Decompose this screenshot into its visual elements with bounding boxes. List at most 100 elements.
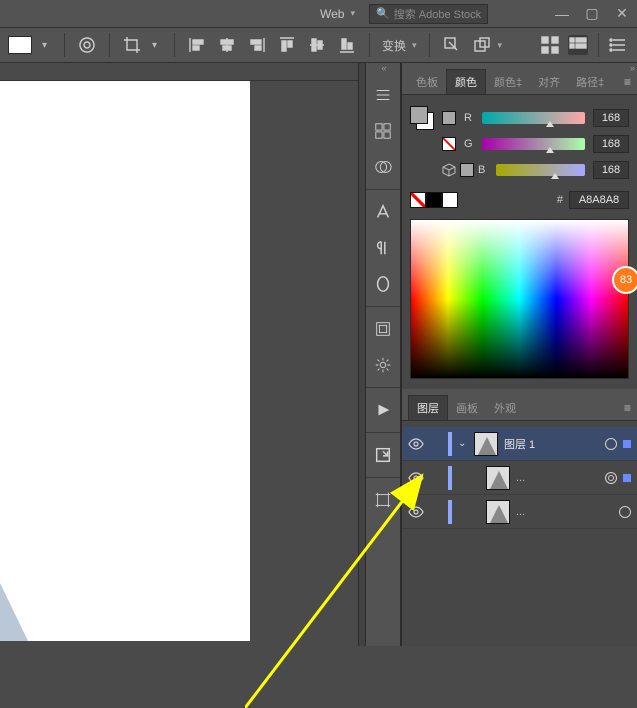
collapse-panels-icon[interactable]: » (630, 63, 633, 73)
window-maximize-button[interactable]: ▢ (577, 0, 607, 27)
visibility-toggle-icon[interactable] (408, 504, 424, 520)
recolor-icon[interactable] (77, 35, 97, 55)
fill-swatch-menu-arrow[interactable]: ▾ (42, 40, 52, 51)
slider-r[interactable] (482, 112, 585, 124)
align-vcenter-icon[interactable] (307, 35, 327, 55)
color-panel: R 168 G 168 B 168 (402, 95, 637, 389)
tab-align[interactable]: 对齐 (530, 70, 568, 94)
shape-mode-icon[interactable] (472, 35, 492, 55)
ruler-horizontal[interactable] (0, 63, 358, 81)
swatches-panel-icon[interactable] (368, 117, 398, 145)
grid-view-icon[interactable] (540, 35, 560, 55)
workspace-preset[interactable]: Web (320, 7, 344, 21)
tab-color-guide[interactable]: 颜色‡ (486, 70, 530, 94)
slider-g[interactable] (482, 138, 585, 150)
value-g[interactable]: 168 (593, 135, 629, 153)
swatch-black[interactable] (426, 192, 442, 208)
align-left-icon[interactable] (187, 35, 207, 55)
swatch-white[interactable] (442, 192, 458, 208)
target-icon[interactable] (605, 472, 617, 484)
layer-row[interactable]: ... (402, 495, 637, 529)
hex-hash: # (557, 194, 563, 206)
workspace-preset-arrow[interactable]: ▾ (350, 8, 355, 19)
layers-panel: ⌄ 图层 1 ... (402, 421, 637, 646)
list-menu-icon[interactable] (609, 35, 629, 55)
control-bar: ▾ ▾ 变换 ▾ ▾ (0, 27, 637, 63)
character-panel-icon[interactable] (368, 198, 398, 226)
opentype-panel-icon[interactable] (368, 270, 398, 298)
tab-color[interactable]: 颜色 (446, 69, 486, 94)
target-icon[interactable] (605, 438, 617, 450)
layer-name[interactable]: 图层 1 (504, 436, 599, 452)
align-right-icon[interactable] (247, 35, 267, 55)
notification-badge[interactable]: 83 (612, 266, 637, 294)
none-color-icon[interactable] (442, 137, 456, 151)
slider-b[interactable] (496, 164, 585, 176)
crop-menu-arrow[interactable]: ▾ (152, 40, 162, 51)
quick-swatches[interactable] (410, 192, 458, 208)
hex-value-field[interactable]: A8A8A8 (569, 191, 629, 209)
tab-pathfinder[interactable]: 路径‡ (568, 70, 612, 94)
color-spectrum[interactable]: 83 (410, 219, 629, 379)
tab-artboards[interactable]: 画板 (448, 396, 486, 420)
layers-panel-menu-icon[interactable]: ≡ (624, 401, 631, 415)
artwork-triangle[interactable] (0, 583, 28, 641)
layer-row[interactable]: ... (402, 461, 637, 495)
3d-cube-icon[interactable] (442, 163, 456, 177)
transform-menu-arrow[interactable]: ▾ (412, 40, 417, 51)
artboard[interactable] (0, 81, 250, 641)
canvas-zone (0, 63, 358, 646)
channel-g-label: G (464, 138, 474, 150)
disclosure-icon[interactable]: ⌄ (458, 438, 468, 449)
visibility-toggle-icon[interactable] (408, 436, 424, 452)
value-r[interactable]: 168 (593, 109, 629, 127)
crop-icon[interactable] (122, 35, 142, 55)
window-minimize-button[interactable]: — (547, 0, 577, 27)
color-panel-menu-icon[interactable]: ≡ (624, 75, 631, 89)
channel-r-label: R (464, 112, 474, 124)
pathfinder-panel-icon[interactable] (368, 153, 398, 181)
layer-thumbnail (486, 466, 510, 490)
fill-stroke-chips[interactable] (410, 106, 434, 130)
actions-panel-icon[interactable] (368, 396, 398, 424)
visibility-toggle-icon[interactable] (408, 470, 424, 486)
properties-panel-icon[interactable] (368, 81, 398, 109)
export-panel-icon[interactable] (368, 441, 398, 469)
layer-color-bar (448, 500, 452, 524)
layer-name[interactable]: ... (516, 506, 613, 518)
main-area: « » 色板 颜色 颜色‡ 对齐 路径‡ (0, 63, 637, 646)
window-close-button[interactable]: ✕ (607, 0, 637, 27)
align-bottom-icon[interactable] (337, 35, 357, 55)
layer-color-bar (448, 432, 452, 456)
flat-color-icon[interactable] (442, 111, 456, 125)
panel-dock-icon[interactable] (568, 35, 588, 55)
collapsed-panel-column: « (366, 63, 401, 646)
color-panel-tabs: 色板 颜色 颜色‡ 对齐 路径‡ ≡ (402, 69, 637, 95)
shape-mode-menu-arrow[interactable]: ▾ (498, 40, 503, 51)
libraries-panel-icon[interactable] (368, 315, 398, 343)
isolate-icon[interactable] (442, 35, 462, 55)
fill-swatch[interactable] (8, 36, 32, 54)
align-top-icon[interactable] (277, 35, 297, 55)
global-color-icon[interactable] (460, 163, 474, 177)
artboards-panel-icon[interactable] (368, 486, 398, 514)
layer-name[interactable]: ... (516, 472, 599, 484)
target-icon[interactable] (619, 506, 631, 518)
align-hcenter-icon[interactable] (217, 35, 237, 55)
panels-column: » 色板 颜色 颜色‡ 对齐 路径‡ ≡ R 168 G (401, 63, 637, 646)
paragraph-panel-icon[interactable] (368, 234, 398, 262)
swatch-none-icon[interactable] (410, 192, 426, 208)
dock-divider[interactable] (358, 63, 366, 646)
stock-search-box[interactable]: 🔍 搜索 Adobe Stock (369, 4, 488, 24)
settings-panel-icon[interactable] (368, 351, 398, 379)
stock-search-placeholder: 搜索 Adobe Stock (394, 6, 481, 22)
transform-label[interactable]: 变换 (382, 37, 406, 54)
channel-b-label: B (478, 164, 488, 176)
value-b[interactable]: 168 (593, 161, 629, 179)
tab-appearance[interactable]: 外观 (486, 396, 524, 420)
expand-column-icon[interactable]: « (366, 63, 400, 73)
tab-swatches[interactable]: 色板 (408, 70, 446, 94)
layer-thumbnail (486, 500, 510, 524)
layer-row[interactable]: ⌄ 图层 1 (402, 427, 637, 461)
tab-layers[interactable]: 图层 (408, 395, 448, 420)
